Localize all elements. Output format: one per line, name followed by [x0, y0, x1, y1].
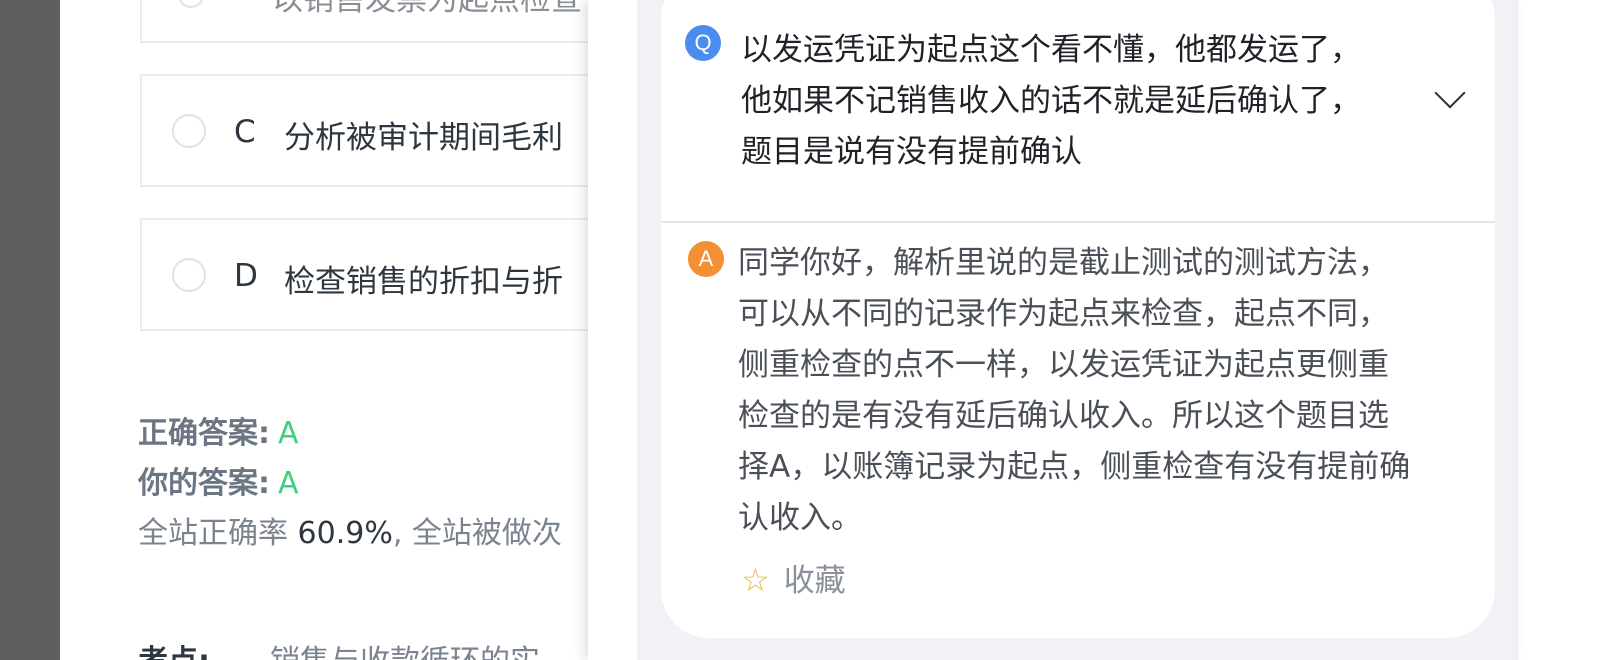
- kaodian-label: 考点:: [138, 644, 210, 660]
- answer-line: 检查的是有没有延后确认收入。所以这个题目选: [738, 398, 1389, 434]
- correct-answer-label: 正确答案:: [138, 416, 270, 451]
- option-d-radio[interactable]: [172, 258, 206, 292]
- option-c[interactable]: C 分析被审计期间毛利: [140, 74, 600, 187]
- your-answer-label: 你的答案:: [138, 466, 270, 501]
- answer-line: 同学你好，解析里说的是截止测试的测试方法，: [738, 245, 1389, 281]
- stats-rate: 60.9%: [297, 516, 393, 551]
- option-d-letter: D: [234, 258, 258, 294]
- answer-line: 认收入。: [738, 500, 862, 536]
- question-line: 题目是说有没有提前确认: [741, 134, 1082, 170]
- left-gutter: [0, 0, 60, 660]
- star-outline-icon: ☆: [741, 561, 770, 599]
- option-d[interactable]: D 检查销售的折扣与折: [140, 218, 600, 331]
- correct-answer-row: 正确答案: A: [138, 408, 299, 452]
- accuracy-stats: 全站正确率 60.9%, 全站被做次: [138, 508, 562, 552]
- option-c-text: 分析被审计期间毛利: [284, 120, 563, 156]
- kaodian-text: 销售与收款循环的实: [270, 644, 540, 660]
- favorite-label: 收藏: [783, 563, 846, 599]
- correct-answer-value: A: [278, 416, 299, 451]
- answer-line: 择A，以账簿记录为起点，侧重检查有没有提前确: [738, 449, 1411, 485]
- answer-text: 同学你好，解析里说的是截止测试的测试方法， 可以从不同的记录作为起点来检查，起点…: [738, 238, 1486, 544]
- question-text[interactable]: 以发运凭证为起点这个看不懂，他都发运了， 他如果不记销售收入的话不就是延后确认了…: [741, 25, 1441, 178]
- qa-panel-body: Q 以发运凭证为起点这个看不懂，他都发运了， 他如果不记销售收入的话不就是延后确…: [637, 0, 1519, 660]
- qa-panel: Q 以发运凭证为起点这个看不懂，他都发运了， 他如果不记销售收入的话不就是延后确…: [588, 0, 1520, 660]
- option-b-text: 以销售发票为起点检查: [272, 0, 582, 18]
- option-b-radio[interactable]: [178, 0, 204, 8]
- kaodian-row: 考点: 销售与收款循环的实: [138, 636, 540, 660]
- divider: [661, 221, 1495, 223]
- your-answer-row: 你的答案: A: [138, 458, 299, 502]
- question-line: 他如果不记销售收入的话不就是延后确认了，: [741, 83, 1361, 119]
- option-d-text: 检查销售的折扣与折: [284, 264, 563, 300]
- option-c-letter: C: [234, 114, 256, 150]
- question-line: 以发运凭证为起点这个看不懂，他都发运了，: [741, 32, 1361, 68]
- answer-badge-icon: A: [688, 241, 724, 277]
- question-badge-icon: Q: [685, 25, 721, 61]
- stats-prefix: 全站正确率: [138, 516, 298, 551]
- option-b[interactable]: 以销售发票为起点检查: [140, 0, 600, 43]
- qa-card: Q 以发运凭证为起点这个看不懂，他都发运了， 他如果不记销售收入的话不就是延后确…: [661, 0, 1495, 638]
- option-c-radio[interactable]: [172, 114, 206, 148]
- answer-line: 侧重检查的点不一样，以发运凭证为起点更侧重: [738, 347, 1389, 383]
- answer-line: 可以从不同的记录作为起点来检查，起点不同，: [738, 296, 1389, 332]
- your-answer-value: A: [278, 466, 299, 501]
- favorite-button[interactable]: ☆ 收藏: [741, 555, 846, 600]
- quiz-page: 以销售发票为起点检查 C 分析被审计期间毛利 D 检查销售的折扣与折 正确答案:…: [60, 0, 600, 660]
- stats-suffix: , 全站被做次: [392, 516, 562, 551]
